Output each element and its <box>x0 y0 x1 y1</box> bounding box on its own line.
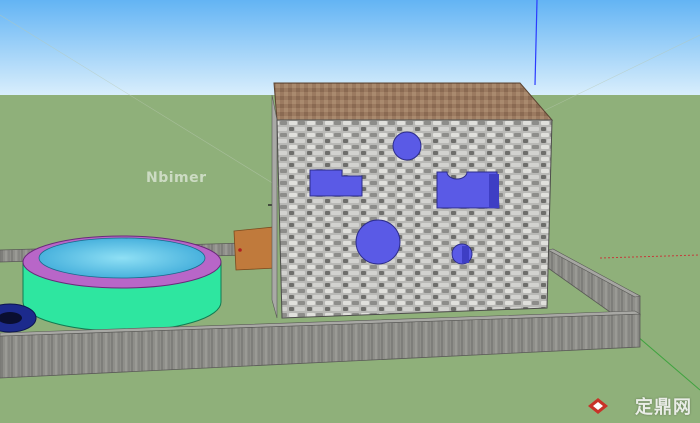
watermark-right-text: 定鼎网 <box>635 397 692 418</box>
round-window-small-inner <box>462 246 469 263</box>
round-pool[interactable] <box>22 235 222 332</box>
stone-building[interactable] <box>271 82 554 319</box>
building-left-edge <box>271 94 278 319</box>
sky <box>0 0 700 95</box>
watermark-right: 定鼎网 <box>635 393 692 419</box>
building-roof[interactable] <box>273 82 554 121</box>
scene-canvas[interactable] <box>0 0 700 423</box>
pool-water[interactable] <box>38 237 206 279</box>
sign-dot <box>238 248 242 252</box>
watermark-left: Nbimer <box>146 170 207 186</box>
round-window-top[interactable] <box>392 131 422 161</box>
window-right-inner <box>489 174 499 208</box>
round-window-large[interactable] <box>355 219 401 265</box>
modeling-viewport[interactable]: Nbimer 定鼎网 <box>0 0 700 423</box>
